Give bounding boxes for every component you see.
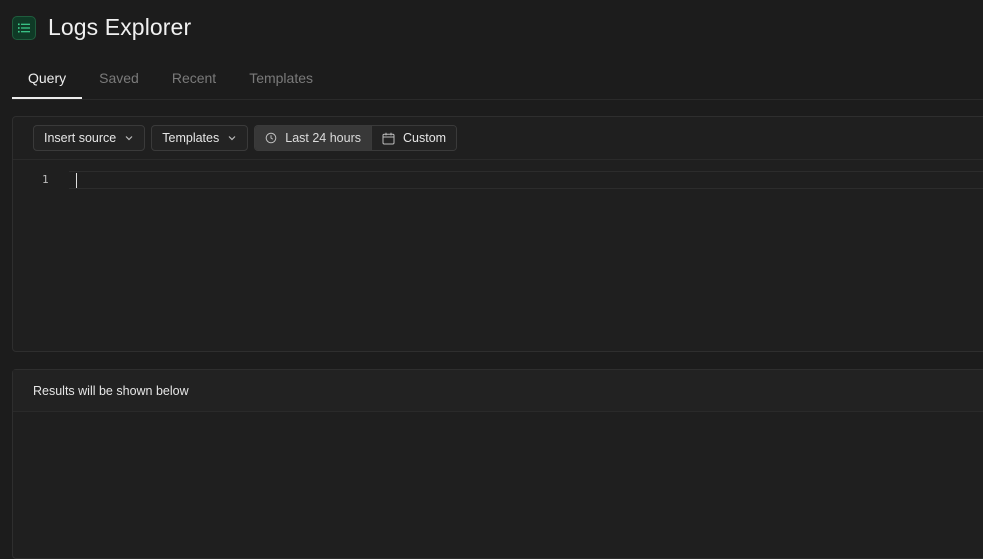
- templates-label: Templates: [162, 131, 220, 145]
- tab-query[interactable]: Query: [12, 62, 83, 99]
- insert-source-button[interactable]: Insert source: [33, 125, 146, 151]
- clock-icon: [265, 132, 277, 144]
- calendar-icon: [382, 132, 395, 145]
- active-line-highlight: [69, 171, 983, 189]
- time-range-label: Last 24 hours: [285, 131, 361, 145]
- tab-saved[interactable]: Saved: [83, 62, 155, 99]
- custom-label: Custom: [403, 131, 447, 145]
- insert-source-label: Insert source: [44, 131, 117, 145]
- tab-bar: Query Saved Recent Templates: [12, 62, 983, 100]
- time-range-selector: Last 24 hours Custom: [254, 125, 458, 151]
- page-title: Logs Explorer: [48, 14, 192, 40]
- code-editor[interactable]: 1: [13, 160, 983, 350]
- chevron-down-icon: [227, 133, 237, 143]
- templates-dropdown-button[interactable]: Templates: [151, 125, 249, 151]
- custom-range-button[interactable]: Custom: [372, 126, 457, 150]
- chevron-down-icon: [124, 133, 134, 143]
- tab-templates[interactable]: Templates: [233, 62, 329, 99]
- editor-toolbar: Insert source Templates Last 24 hours Cu…: [13, 117, 983, 160]
- page-header: Logs Explorer: [12, 14, 191, 41]
- text-cursor: [76, 173, 77, 188]
- last-24-hours-button[interactable]: Last 24 hours: [255, 126, 372, 150]
- list-icon: [12, 15, 36, 40]
- tab-recent[interactable]: Recent: [156, 62, 232, 99]
- results-panel: Results will be shown below: [12, 369, 983, 559]
- line-number: 1: [42, 173, 49, 186]
- query-editor-panel: Insert source Templates Last 24 hours Cu…: [12, 116, 983, 352]
- results-header: Results will be shown below: [13, 370, 983, 412]
